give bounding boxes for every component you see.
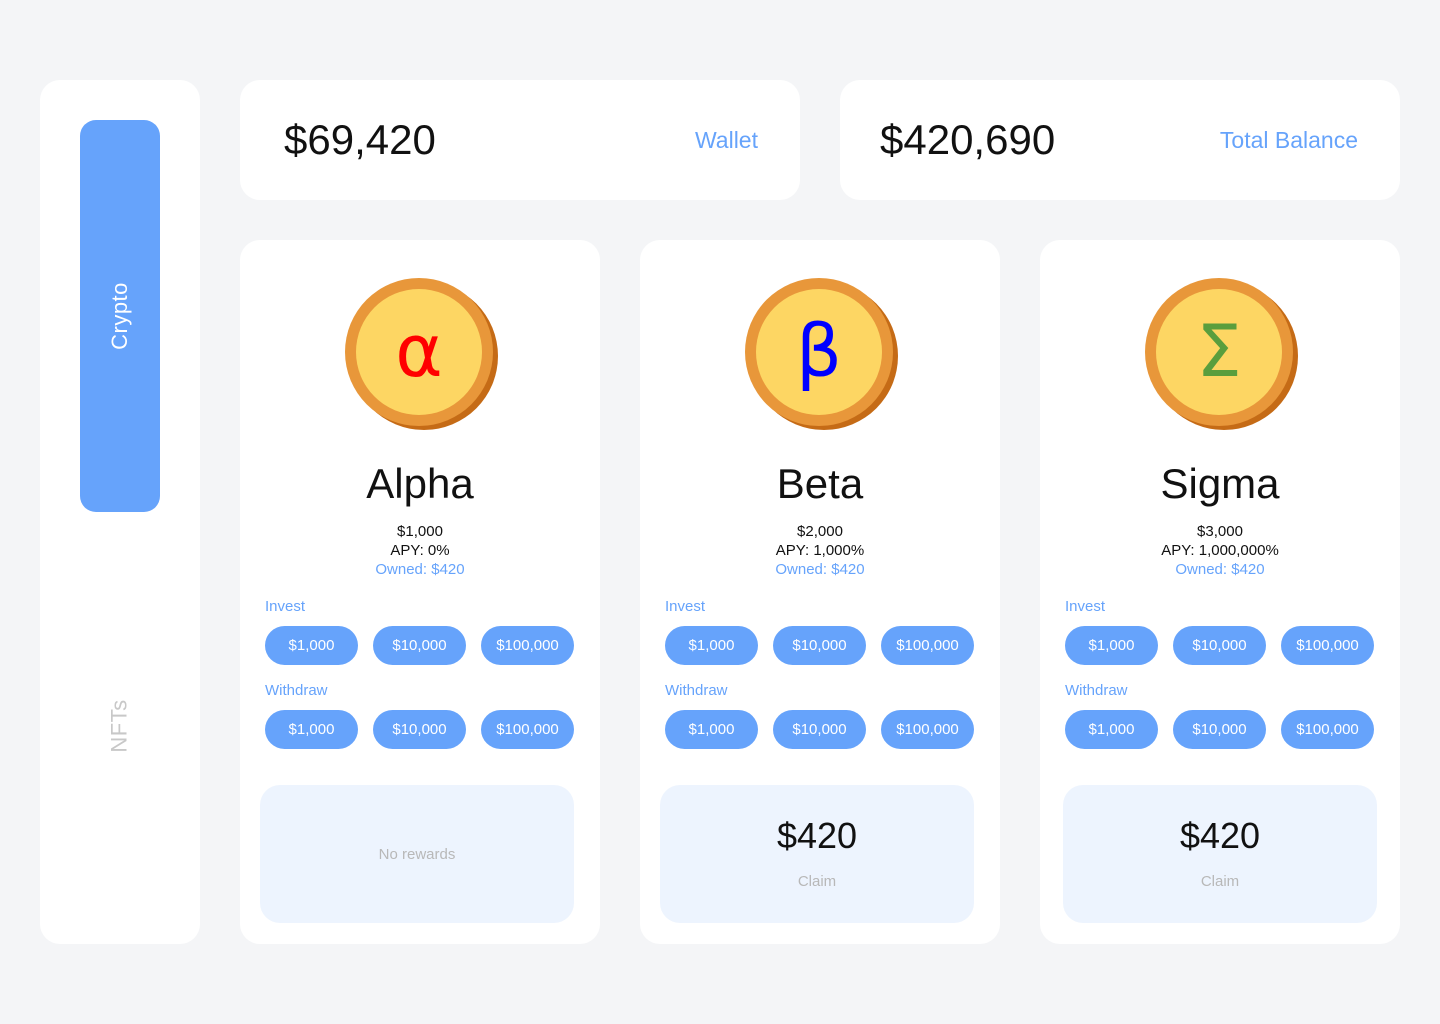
invest-button[interactable]: $1,000 bbox=[1065, 626, 1158, 665]
coin-apy: APY: 0% bbox=[390, 542, 450, 559]
invest-button[interactable]: $10,000 bbox=[1173, 626, 1266, 665]
rewards-panel: No rewards bbox=[260, 785, 574, 923]
withdraw-button[interactable]: $1,000 bbox=[265, 710, 358, 749]
withdraw-button[interactable]: $100,000 bbox=[881, 710, 974, 749]
coin-name: Beta bbox=[776, 460, 864, 507]
wallet-amount: $69,420 bbox=[284, 116, 436, 163]
withdraw-button[interactable]: $10,000 bbox=[373, 710, 466, 749]
withdraw-label: Withdraw bbox=[265, 682, 328, 699]
coin-price: $2,000 bbox=[797, 523, 843, 540]
total-balance-card: $420,690 Total Balance bbox=[840, 80, 1400, 200]
withdraw-button[interactable]: $1,000 bbox=[1065, 710, 1158, 749]
withdraw-buttons: $1,000 $10,000 $100,000 bbox=[665, 710, 974, 749]
invest-buttons: $1,000 $10,000 $100,000 bbox=[665, 626, 974, 665]
claim-button[interactable]: Claim bbox=[798, 873, 836, 890]
withdraw-label: Withdraw bbox=[665, 682, 728, 699]
no-rewards-text: No rewards bbox=[378, 845, 456, 863]
beta-coin-icon: β bbox=[744, 278, 898, 432]
coin-owned: Owned: $420 bbox=[375, 561, 465, 578]
withdraw-button[interactable]: $10,000 bbox=[1173, 710, 1266, 749]
coin-info: $3,000 APY: 1,000,000% Owned: $420 bbox=[1040, 522, 1400, 579]
withdraw-button[interactable]: $100,000 bbox=[481, 710, 574, 749]
withdraw-buttons: $1,000 $10,000 $100,000 bbox=[265, 710, 574, 749]
coin-info: $2,000 APY: 1,000% Owned: $420 bbox=[640, 522, 1000, 579]
rewards-panel: $420 Claim bbox=[660, 785, 974, 923]
coin-price: $3,000 bbox=[1197, 523, 1243, 540]
coin-info: $1,000 APY: 0% Owned: $420 bbox=[240, 522, 600, 579]
invest-button[interactable]: $1,000 bbox=[265, 626, 358, 665]
coin-name: Alpha bbox=[366, 460, 474, 507]
rewards-panel: $420 Claim bbox=[1063, 785, 1377, 923]
sidebar: Crypto NFTs bbox=[40, 80, 200, 944]
invest-buttons: $1,000 $10,000 $100,000 bbox=[1065, 626, 1374, 665]
reward-amount: $420 bbox=[1179, 814, 1261, 856]
invest-button[interactable]: $100,000 bbox=[881, 626, 974, 665]
sigma-coin-icon: Σ bbox=[1144, 278, 1298, 432]
sidebar-item-crypto[interactable]: Crypto bbox=[80, 120, 160, 512]
sidebar-item-label: NFTs bbox=[106, 699, 132, 753]
total-balance-amount: $420,690 bbox=[880, 116, 1056, 163]
svg-text:Σ: Σ bbox=[1196, 309, 1242, 393]
coin-name: Sigma bbox=[1160, 460, 1280, 507]
coin-card-alpha: α Alpha $1,000 APY: 0% Owned: $420 Invest $1,0… bbox=[240, 240, 600, 944]
invest-label: Invest bbox=[665, 598, 706, 615]
invest-button[interactable]: $100,000 bbox=[481, 626, 574, 665]
wallet-label: Wallet bbox=[694, 126, 758, 153]
coin-card-sigma: Σ Sigma $3,000 APY: 1,000,000% Owned: $420 In… bbox=[1040, 240, 1400, 944]
invest-button[interactable]: $1,000 bbox=[665, 626, 758, 665]
wallet-card: $69,420 Wallet bbox=[240, 80, 800, 200]
withdraw-label: Withdraw bbox=[1065, 682, 1128, 699]
alpha-coin-icon: α bbox=[344, 278, 498, 432]
withdraw-buttons: $1,000 $10,000 $100,000 bbox=[1065, 710, 1374, 749]
svg-text:β: β bbox=[796, 309, 842, 393]
svg-text:α: α bbox=[395, 309, 442, 393]
claim-button[interactable]: Claim bbox=[1201, 873, 1239, 890]
withdraw-button[interactable]: $100,000 bbox=[1281, 710, 1374, 749]
invest-button[interactable]: $100,000 bbox=[1281, 626, 1374, 665]
reward-amount: $420 bbox=[776, 814, 858, 856]
coin-owned: Owned: $420 bbox=[775, 561, 865, 578]
coin-card-beta: β Beta $2,000 APY: 1,000% Owned: $420 Invest $… bbox=[640, 240, 1000, 944]
coin-apy: APY: 1,000% bbox=[775, 542, 865, 559]
sidebar-item-nfts[interactable]: NFTs bbox=[80, 640, 160, 812]
invest-buttons: $1,000 $10,000 $100,000 bbox=[265, 626, 574, 665]
total-balance-label: Total Balance bbox=[1219, 126, 1358, 153]
withdraw-button[interactable]: $1,000 bbox=[665, 710, 758, 749]
coin-price: $1,000 bbox=[397, 523, 443, 540]
coin-owned: Owned: $420 bbox=[1175, 561, 1265, 578]
invest-label: Invest bbox=[265, 598, 306, 615]
invest-label: Invest bbox=[1065, 598, 1106, 615]
invest-button[interactable]: $10,000 bbox=[373, 626, 466, 665]
sidebar-item-label: Crypto bbox=[106, 282, 132, 350]
invest-button[interactable]: $10,000 bbox=[773, 626, 866, 665]
coin-apy: APY: 1,000,000% bbox=[1161, 542, 1279, 559]
withdraw-button[interactable]: $10,000 bbox=[773, 710, 866, 749]
